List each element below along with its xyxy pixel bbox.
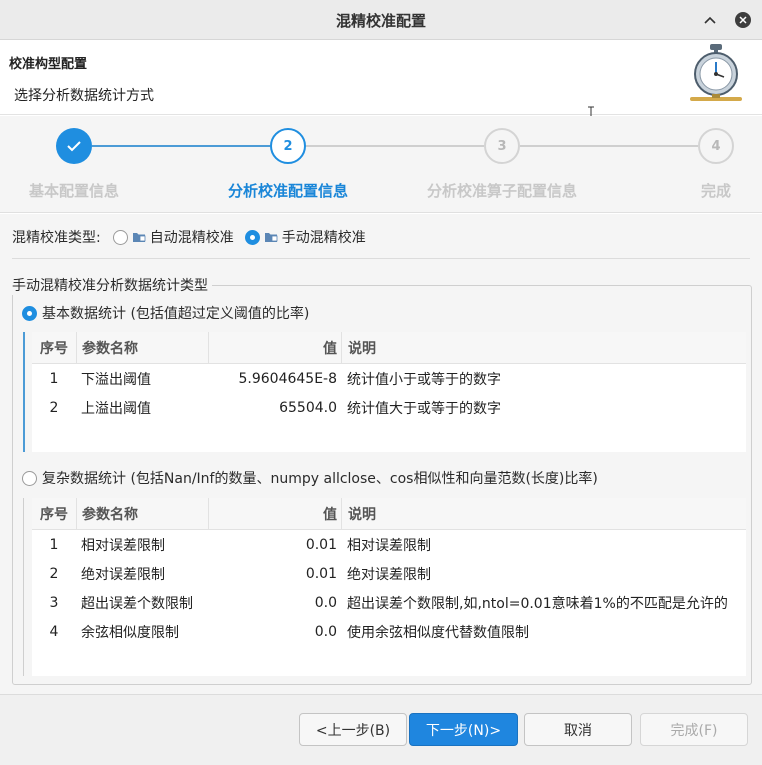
folder-icon: [264, 233, 278, 242]
col-header-name: 参数名称: [76, 332, 208, 363]
selection-indicator: [23, 332, 25, 452]
row-desc: 统计值小于或等于的数字: [347, 371, 501, 388]
calibration-type-row: 混精校准类型: 自动混精校准 手动混精校准: [12, 227, 366, 247]
cancel-button[interactable]: 取消: [524, 713, 632, 746]
step-connector: [520, 145, 698, 147]
step-1-label: 基本配置信息: [29, 182, 120, 200]
col-header-desc: 说明: [341, 498, 746, 529]
wizard-header: 校准构型配置 选择分析数据统计方式: [0, 40, 762, 122]
wizard-footer: <上一步(B) 下一步(N)> 取消 完成(F): [0, 694, 762, 765]
step-2-circle: 2: [270, 128, 306, 164]
auto-calibration-radio[interactable]: [112, 229, 128, 245]
table-row[interactable]: 2 绝对误差限制 0.01 绝对误差限制: [32, 559, 746, 588]
step-3-circle: 3: [484, 128, 520, 164]
col-header-no: 序号: [40, 340, 68, 357]
basic-statistics-radio[interactable]: [22, 305, 37, 321]
complex-statistics-option[interactable]: 复杂数据统计 (包括Nan/Inf的数量、numpy allclose、cos相…: [22, 468, 598, 488]
table-header: 序号 参数名称 值 说明: [32, 498, 746, 530]
row-name: 上溢出阈值: [81, 400, 151, 417]
table-row[interactable]: 4 余弦相似度限制 0.0 使用余弦相似度代替数值限制: [32, 617, 746, 646]
step-connector: [92, 145, 270, 147]
checkmark-icon: [67, 141, 81, 152]
step-connector: [306, 145, 484, 147]
row-name: 余弦相似度限制: [81, 624, 179, 641]
table-row[interactable]: 1 下溢出阈值 5.9604645E-8 统计值小于或等于的数字: [32, 364, 746, 393]
row-no: 1: [49, 370, 59, 387]
minimize-button[interactable]: [698, 8, 722, 32]
row-no: 4: [49, 623, 59, 640]
calibration-type-label: 混精校准类型:: [12, 230, 101, 246]
wizard-steps: 2 3 4 基本配置信息 分析校准配置信息 分析校准算子配置信息 完成: [0, 116, 762, 213]
table-row[interactable]: 3 超出误差个数限制 0.0 超出误差个数限制,如,ntol=0.01意味着1%…: [32, 588, 746, 617]
row-no: 3: [49, 594, 59, 611]
folder-icon: [132, 233, 146, 242]
basic-statistics-table: 序号 参数名称 值 说明 1 下溢出阈值 5.9604645E-8 统计值小于或…: [32, 332, 746, 452]
step-1-circle: [56, 128, 92, 164]
basic-statistics-option[interactable]: 基本数据统计 (包括值超过定义阈值的比率): [22, 303, 309, 323]
manual-calibration-label[interactable]: 手动混精校准: [282, 227, 366, 247]
step-4-circle: 4: [698, 128, 734, 164]
row-value[interactable]: 0.0: [208, 617, 341, 646]
close-icon: [735, 12, 751, 28]
row-value[interactable]: 0.0: [208, 588, 341, 617]
step-2-label: 分析校准配置信息: [228, 182, 349, 200]
complex-statistics-radio[interactable]: [22, 470, 37, 486]
row-name: 超出误差个数限制: [81, 595, 193, 612]
col-header-no: 序号: [40, 506, 68, 523]
row-value[interactable]: 65504.0: [208, 393, 341, 422]
chevron-up-icon: [704, 16, 716, 24]
col-header-value: 值: [208, 332, 341, 363]
row-name: 下溢出阈值: [81, 371, 151, 388]
row-desc: 超出误差个数限制,如,ntol=0.01意味着1%的不匹配是允许的: [347, 595, 728, 612]
close-button[interactable]: [731, 8, 755, 32]
page-title: 校准构型配置: [9, 57, 88, 72]
row-desc: 使用余弦相似度代替数值限制: [347, 624, 529, 641]
window-titlebar: 混精校准配置: [0, 0, 762, 40]
row-name: 相对误差限制: [81, 537, 165, 554]
group-indicator: [23, 498, 24, 676]
auto-calibration-label[interactable]: 自动混精校准: [150, 227, 234, 247]
complex-statistics-table: 序号 参数名称 值 说明 1 相对误差限制 0.01 相对误差限制 2 绝对误差…: [32, 498, 746, 676]
col-header-name: 参数名称: [76, 498, 208, 529]
window-title: 混精校准配置: [335, 12, 426, 30]
step-4-label: 完成: [701, 182, 732, 200]
basic-statistics-label[interactable]: 基本数据统计 (包括值超过定义阈值的比率): [42, 303, 309, 323]
table-row[interactable]: 2 上溢出阈值 65504.0 统计值大于或等于的数字: [32, 393, 746, 422]
finish-button[interactable]: 完成(F): [640, 713, 748, 746]
stopwatch-icon: [690, 44, 742, 101]
page-subtitle: 选择分析数据统计方式: [14, 88, 154, 104]
row-desc: 相对误差限制: [347, 537, 431, 554]
step-3-label: 分析校准算子配置信息: [427, 182, 578, 200]
next-button[interactable]: 下一步(N)>: [409, 713, 518, 746]
prev-button[interactable]: <上一步(B): [299, 713, 407, 746]
col-header-desc: 说明: [341, 332, 746, 363]
row-no: 2: [49, 399, 59, 416]
row-name: 绝对误差限制: [81, 566, 165, 583]
divider: [12, 258, 750, 259]
complex-statistics-label[interactable]: 复杂数据统计 (包括Nan/Inf的数量、numpy allclose、cos相…: [42, 468, 598, 488]
col-header-value: 值: [208, 498, 341, 529]
row-value[interactable]: 5.9604645E-8: [208, 364, 341, 393]
manual-calibration-radio[interactable]: [244, 229, 260, 245]
table-header: 序号 参数名称 值 说明: [32, 332, 746, 364]
row-no: 2: [49, 565, 59, 582]
group-legend: 手动混精校准分析数据统计类型: [12, 275, 212, 295]
wizard-content: 混精校准类型: 自动混精校准 手动混精校准 手动混精校准分析数据统计类型 基本数…: [0, 214, 762, 694]
row-desc: 绝对误差限制: [347, 566, 431, 583]
row-value[interactable]: 0.01: [208, 559, 341, 588]
table-row[interactable]: 1 相对误差限制 0.01 相对误差限制: [32, 530, 746, 559]
row-desc: 统计值大于或等于的数字: [347, 400, 501, 417]
row-value[interactable]: 0.01: [208, 530, 341, 559]
row-no: 1: [49, 536, 59, 553]
